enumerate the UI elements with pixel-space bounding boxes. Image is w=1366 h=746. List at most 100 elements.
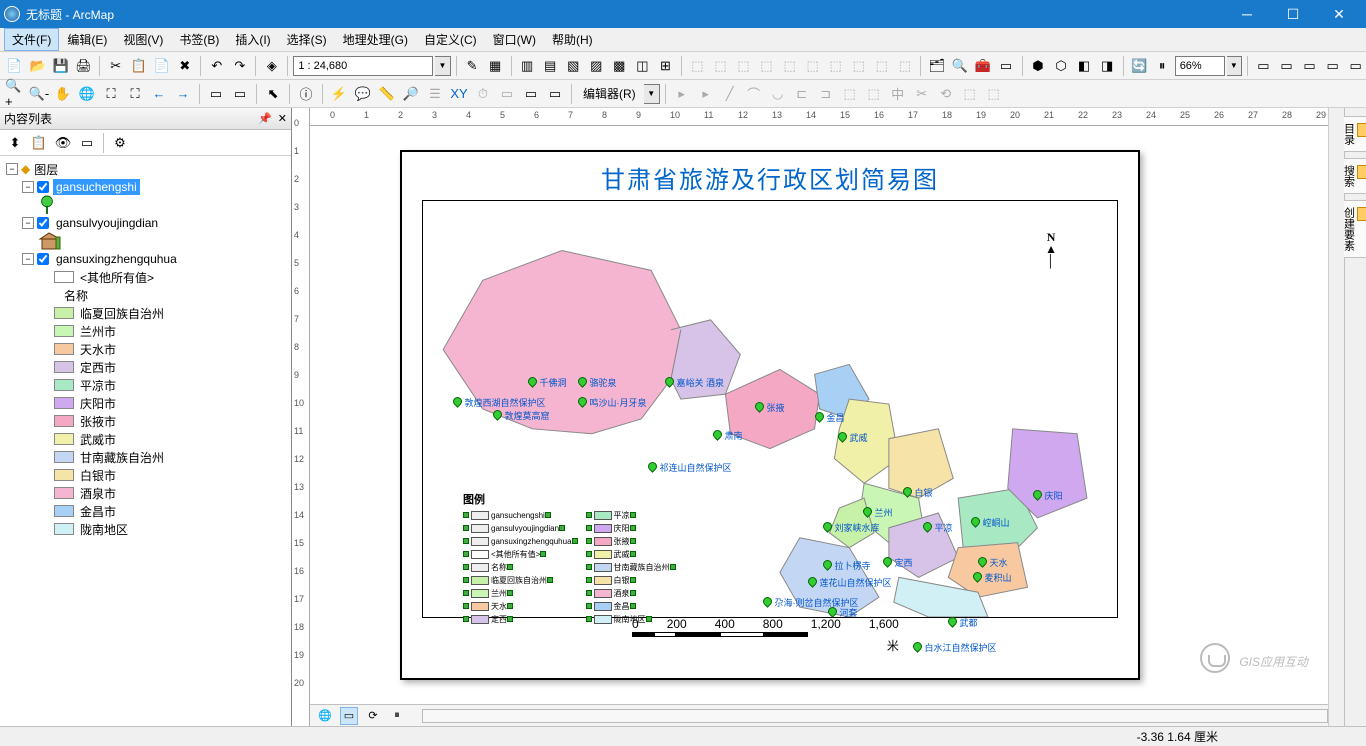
edit-tool-icon[interactable]: ⬚: [983, 83, 1005, 105]
tool-icon[interactable]: ◨: [1097, 55, 1118, 77]
full-extent-icon[interactable]: 🌐: [76, 83, 98, 105]
scale-input[interactable]: [293, 56, 433, 76]
zoom-in-icon[interactable]: 🔍+: [4, 83, 26, 105]
edit-tool-icon[interactable]: ⊐: [815, 83, 837, 105]
editor-toolbar-icon[interactable]: ✎: [462, 55, 483, 77]
hyperlink-icon[interactable]: ⚡: [328, 83, 350, 105]
legend[interactable]: 图例 gansuchengshigansulvyoujingdiangansux…: [463, 491, 703, 625]
menu-item-4[interactable]: 插入(I): [227, 28, 278, 51]
georef-icon[interactable]: ⬚: [848, 55, 869, 77]
map-frame[interactable]: N ▲│ 敦煌西湖自然保护区 千佛洞 敦煌莫高窟 骆驼泉 鸣沙山·月牙泉 嘉峪关…: [422, 200, 1118, 618]
save-button[interactable]: 💾: [50, 55, 71, 77]
layout-icon[interactable]: ▭: [1299, 55, 1320, 77]
menu-item-7[interactable]: 自定义(C): [416, 28, 485, 51]
layout-icon[interactable]: ▭: [1322, 55, 1343, 77]
tool-icon[interactable]: ◧: [1074, 55, 1095, 77]
north-arrow[interactable]: N ▲│: [1045, 231, 1057, 267]
layer-checkbox[interactable]: [37, 181, 49, 193]
time-slider-icon[interactable]: ⏱: [472, 83, 494, 105]
tool-icon[interactable]: ▭: [544, 83, 566, 105]
symbol-swatch[interactable]: [54, 523, 74, 535]
edit-tool-icon[interactable]: ⬚: [863, 83, 885, 105]
search-icon[interactable]: 🔍: [949, 55, 970, 77]
edit-tool-icon[interactable]: ⟲: [935, 83, 957, 105]
symbol-swatch[interactable]: [54, 379, 74, 391]
georef-icon[interactable]: ⬚: [756, 55, 777, 77]
model-builder-icon[interactable]: ⬢: [1027, 55, 1048, 77]
tool-g-icon[interactable]: ⊞: [655, 55, 676, 77]
symbol-swatch[interactable]: [54, 469, 74, 481]
menu-item-8[interactable]: 窗口(W): [485, 28, 544, 51]
georef-icon[interactable]: ⬚: [710, 55, 731, 77]
layer-checkbox[interactable]: [37, 253, 49, 265]
open-button[interactable]: 📂: [27, 55, 48, 77]
find-route-icon[interactable]: ☰: [424, 83, 446, 105]
delete-button[interactable]: ✖: [174, 55, 195, 77]
layout-icon[interactable]: ▭: [1345, 55, 1366, 77]
list-by-drawing-icon[interactable]: ⬍: [4, 132, 26, 154]
vertical-scrollbar[interactable]: [1328, 108, 1344, 726]
tool-e-icon[interactable]: ▩: [609, 55, 630, 77]
menu-item-0[interactable]: 文件(F): [4, 28, 59, 51]
maximize-button[interactable]: ☐: [1270, 0, 1316, 28]
tree-toggle[interactable]: −: [22, 217, 34, 229]
scalebar[interactable]: 02004008001,2001,600 米: [632, 617, 899, 654]
select-icon[interactable]: ▭: [205, 83, 227, 105]
symbol-swatch[interactable]: [54, 325, 74, 337]
menu-item-2[interactable]: 视图(V): [115, 28, 171, 51]
symbol-swatch[interactable]: [54, 433, 74, 445]
georef-icon[interactable]: ⬚: [825, 55, 846, 77]
tree-toggle[interactable]: −: [6, 163, 18, 175]
menu-item-9[interactable]: 帮助(H): [544, 28, 601, 51]
options-icon[interactable]: ⚙: [109, 132, 131, 154]
redo-button[interactable]: ↷: [229, 55, 250, 77]
editor-label[interactable]: 编辑器(R): [577, 85, 642, 102]
zoom-out-icon[interactable]: 🔍-: [28, 83, 50, 105]
edit-tool-icon[interactable]: 中: [887, 83, 909, 105]
symbol-swatch[interactable]: [54, 505, 74, 517]
tool-c-icon[interactable]: ▧: [563, 55, 584, 77]
goto-xy-icon[interactable]: XY: [448, 83, 470, 105]
menu-item-6[interactable]: 地理处理(G): [335, 28, 416, 51]
forward-icon[interactable]: →: [172, 83, 194, 105]
fixed-zoom-in-icon[interactable]: ⛶: [100, 83, 122, 105]
print-button[interactable]: 🖨: [73, 55, 94, 77]
symbol-swatch[interactable]: [54, 487, 74, 499]
menu-item-3[interactable]: 书签(B): [171, 28, 227, 51]
list-by-visibility-icon[interactable]: 👁: [52, 132, 74, 154]
layer-label[interactable]: gansuxingzhengquhua: [53, 251, 180, 267]
layout-view-button[interactable]: ▭: [340, 707, 358, 725]
edit-tool-icon[interactable]: ◡: [767, 83, 789, 105]
copy-button[interactable]: 📋: [128, 55, 149, 77]
html-popup-icon[interactable]: 💬: [352, 83, 374, 105]
menu-item-1[interactable]: 编辑(E): [59, 28, 115, 51]
edit-tool-icon[interactable]: ⬚: [839, 83, 861, 105]
pan-icon[interactable]: ✋: [52, 83, 74, 105]
georef-icon[interactable]: ⬚: [894, 55, 915, 77]
python-icon[interactable]: ▭: [995, 55, 1016, 77]
measure-icon[interactable]: 📏: [376, 83, 398, 105]
symbol-swatch[interactable]: [54, 415, 74, 427]
edit-tool-icon[interactable]: ⬚: [959, 83, 981, 105]
list-by-source-icon[interactable]: 📋: [28, 132, 50, 154]
horizontal-scrollbar[interactable]: [422, 709, 1328, 723]
close-button[interactable]: ✕: [1316, 0, 1362, 28]
georef-icon[interactable]: ⬚: [779, 55, 800, 77]
edit-tool-icon[interactable]: ╱: [719, 83, 741, 105]
menu-item-5[interactable]: 选择(S): [279, 28, 335, 51]
edit-tool-icon[interactable]: ▸: [695, 83, 717, 105]
layout-icon[interactable]: ▭: [1253, 55, 1274, 77]
edit-tool-icon[interactable]: ✂: [911, 83, 933, 105]
symbol-swatch[interactable]: [54, 343, 74, 355]
refresh-icon[interactable]: 🔄: [1129, 55, 1150, 77]
tool-icon[interactable]: ▭: [520, 83, 542, 105]
georef-icon[interactable]: ⬚: [802, 55, 823, 77]
arctoolbox-icon[interactable]: 🧰: [972, 55, 993, 77]
pause-view-button[interactable]: ⏸: [388, 707, 406, 725]
tool-f-icon[interactable]: ◫: [632, 55, 653, 77]
layout-viewport[interactable]: 甘肃省旅游及行政区划简易图: [310, 126, 1328, 704]
layout-icon[interactable]: ▭: [1276, 55, 1297, 77]
tree-toggle[interactable]: −: [22, 253, 34, 265]
tool-d-icon[interactable]: ▨: [586, 55, 607, 77]
tool-icon[interactable]: ▦: [485, 55, 506, 77]
